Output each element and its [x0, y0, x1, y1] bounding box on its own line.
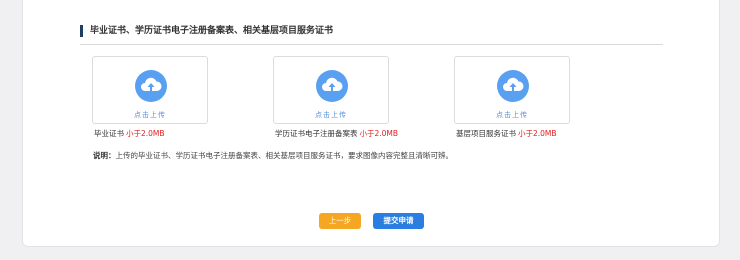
- size-limit: 小于2.0MB: [126, 129, 165, 138]
- note-text: 上传的毕业证书、学历证书电子注册备案表、相关基层项目服务证书，要求图像内容完整且…: [115, 151, 454, 160]
- upload-text: 点击上传: [496, 111, 528, 119]
- cloud-upload-icon: [497, 70, 529, 102]
- cloud-upload-icon: [316, 70, 348, 102]
- upload-note: 说明：上传的毕业证书、学历证书电子注册备案表、相关基层项目服务证书，要求图像内容…: [93, 150, 453, 161]
- upload-text: 点击上传: [315, 111, 347, 119]
- section-accent-bar: [80, 25, 83, 37]
- section-title: 毕业证书、学历证书电子注册备案表、相关基层项目服务证书: [90, 26, 334, 36]
- caption-label: 毕业证书: [94, 129, 124, 138]
- upload-text: 点击上传: [134, 111, 166, 119]
- upload-graduation-certificate[interactable]: 点击上传: [92, 56, 208, 124]
- previous-step-button[interactable]: 上一步: [319, 213, 361, 229]
- submit-application-button[interactable]: 提交申请: [373, 213, 424, 229]
- cloud-upload-icon: [135, 70, 167, 102]
- size-limit: 小于2.0MB: [359, 129, 399, 138]
- upload-caption: 基层项目服务证书 小于2.0MB: [456, 128, 557, 139]
- upload-caption: 学历证书电子注册备案表 小于2.0MB: [275, 128, 398, 139]
- note-label: 说明：: [93, 151, 116, 160]
- size-limit: 小于2.0MB: [518, 129, 557, 138]
- section-header: 毕业证书、学历证书电子注册备案表、相关基层项目服务证书: [80, 24, 663, 45]
- caption-label: 基层项目服务证书: [456, 129, 516, 138]
- upload-service-certificate[interactable]: 点击上传: [454, 56, 570, 124]
- upload-caption: 毕业证书 小于2.0MB: [94, 128, 165, 139]
- upload-registration-form[interactable]: 点击上传: [273, 56, 389, 124]
- caption-label: 学历证书电子注册备案表: [275, 129, 358, 138]
